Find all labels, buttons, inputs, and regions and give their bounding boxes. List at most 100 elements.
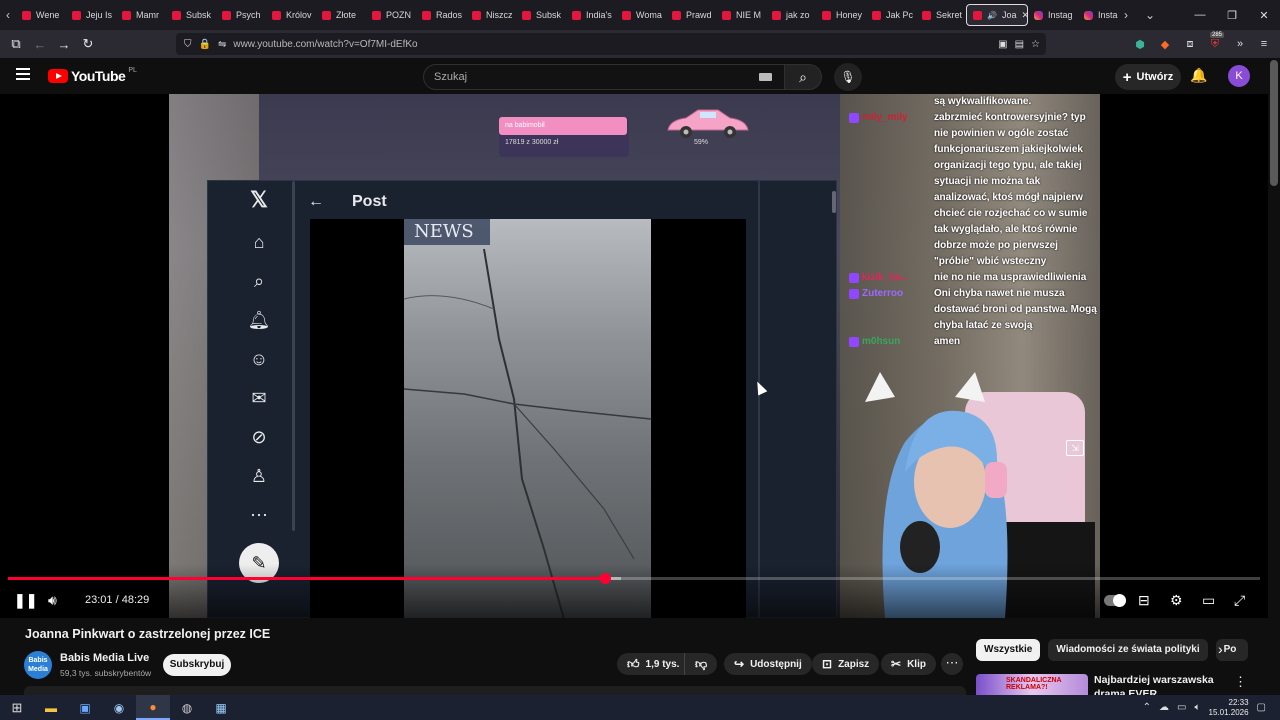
firefox-icon[interactable]: ● xyxy=(136,695,170,720)
miniplayer-icon[interactable]: ⇲ xyxy=(1066,440,1084,456)
notifications-bell-icon[interactable]: 🔔 xyxy=(1190,67,1207,84)
fox-extension-icon[interactable]: ◆ xyxy=(1156,35,1174,53)
tab[interactable]: Subsk xyxy=(166,4,216,26)
tab[interactable]: Psych xyxy=(216,4,266,26)
windows-start-icon[interactable]: ⊞ xyxy=(0,695,34,720)
channel-name[interactable]: Babis Media Live xyxy=(60,652,149,664)
keyboard-icon[interactable] xyxy=(759,73,772,81)
extension-badge: 285 xyxy=(1210,32,1225,38)
steam-icon[interactable]: ◉ xyxy=(102,695,136,720)
fullscreen-button[interactable]: ⤢ xyxy=(1234,590,1245,610)
url-text[interactable]: www.youtube.com/watch?v=Of7MI-dEfKo xyxy=(233,39,417,50)
tab[interactable]: Królov xyxy=(266,4,316,26)
tab[interactable]: Sekret xyxy=(916,4,966,26)
close-window-icon[interactable]: ✕ xyxy=(1248,9,1280,22)
tab-active[interactable]: 🔊 Joa ✕ xyxy=(966,4,1028,26)
file-explorer-icon[interactable]: ▬ xyxy=(34,695,68,720)
video-player[interactable]: na babimobil 17819 z 30000 zł 59% 𝕏 ⌂ ⌕ … xyxy=(0,94,1268,618)
video-frame[interactable]: na babimobil 17819 z 30000 zł 59% 𝕏 ⌂ ⌕ … xyxy=(169,94,1100,618)
subscribe-button[interactable]: Subskrybuj xyxy=(163,654,231,676)
recommendation-thumbnail[interactable]: SKANDALICZNA REKLAMA?! xyxy=(976,674,1088,695)
voice-search-button[interactable]: 🎙 xyxy=(834,63,862,91)
tab-instagram-2[interactable]: Insta xyxy=(1078,4,1118,26)
forward-icon[interactable]: → xyxy=(52,37,76,52)
volume-button[interactable]: 🔊︎ xyxy=(48,590,57,610)
dislike-button[interactable]: 👎︎ xyxy=(684,653,718,675)
tab[interactable]: Złote xyxy=(316,4,366,26)
clip-button[interactable]: ✂ Klip xyxy=(881,653,936,675)
url-bar[interactable]: ⛉ 🔒 ⇋ www.youtube.com/watch?v=Of7MI-dEfK… xyxy=(176,33,1046,55)
tab[interactable]: jak zo xyxy=(766,4,816,26)
autoplay-toggle[interactable] xyxy=(1104,590,1126,610)
save-button[interactable]: ⊡ Zapisz xyxy=(812,653,880,675)
search-input[interactable]: Szukaj xyxy=(423,64,787,90)
reload-icon[interactable]: ↻ xyxy=(76,36,100,52)
app-menu-icon[interactable]: ≡ xyxy=(1255,35,1273,53)
chat-message: organizacji tego typu, ale takiej xyxy=(849,158,1099,174)
shield-icon[interactable]: ⛉ xyxy=(184,39,192,50)
tab[interactable]: Wene xyxy=(16,4,66,26)
chip-politics[interactable]: Wiadomości ze świata polityki xyxy=(1048,639,1208,661)
tab[interactable]: Rados xyxy=(416,4,466,26)
tab-list-menu-icon[interactable]: ⌄ xyxy=(1142,8,1158,22)
tray-overflow-icon[interactable]: ⌃ xyxy=(1143,702,1151,713)
extensions-puzzle-icon[interactable]: ⧈ xyxy=(1181,35,1199,53)
remote-desktop-icon[interactable]: ▣ xyxy=(68,695,102,720)
back-icon[interactable]: ← xyxy=(28,37,52,52)
lock-icon[interactable]: 🔒 xyxy=(199,39,211,50)
search-button[interactable]: ⌕ xyxy=(784,64,822,90)
menu-icon[interactable] xyxy=(16,68,30,80)
tab[interactable]: Jak Pc xyxy=(866,4,916,26)
recommendation-menu-icon[interactable]: ⋮ xyxy=(1234,674,1247,690)
tab-scroll-right-icon[interactable]: › xyxy=(1118,8,1134,22)
tab-label: Sekret xyxy=(936,10,963,20)
overflow-chevron-icon[interactable]: » xyxy=(1231,35,1249,53)
youtube-logo[interactable]: YouTube PL xyxy=(48,67,137,84)
subtitles-button[interactable]: ⊟ xyxy=(1138,590,1150,610)
tab[interactable]: Prawd xyxy=(666,4,716,26)
tab-instagram-1[interactable]: Instag xyxy=(1028,4,1078,26)
permissions-icon[interactable]: ⇋ xyxy=(218,39,226,50)
scrollbar-thumb[interactable] xyxy=(1270,60,1278,186)
vpn-extension-icon[interactable]: ⬢ xyxy=(1131,35,1149,53)
account-avatar[interactable]: K xyxy=(1228,65,1250,87)
tab[interactable]: Subsk xyxy=(516,4,566,26)
home-icon: ⌂ xyxy=(253,232,265,252)
tab[interactable]: Jeju Is xyxy=(66,4,116,26)
recommendation-title[interactable]: Najbardziej warszawska drama EVER xyxy=(1094,673,1234,695)
progress-bar[interactable] xyxy=(8,573,1260,584)
like-button[interactable]: 👍︎ 1,9 tys. xyxy=(617,653,688,675)
tab[interactable]: POZN xyxy=(366,4,416,26)
network-icon[interactable]: ▭ xyxy=(1177,702,1186,713)
restore-icon[interactable]: ❐ xyxy=(1216,9,1248,22)
chevron-right-icon[interactable]: › xyxy=(1218,641,1223,657)
calculator-icon[interactable]: ▦ xyxy=(204,695,238,720)
bookmark-star-icon[interactable]: ☆ xyxy=(1031,39,1040,50)
tab[interactable]: NIE M xyxy=(716,4,766,26)
tab-scroll-left-icon[interactable]: ‹ xyxy=(0,8,16,22)
minimize-icon[interactable]: — xyxy=(1184,9,1216,21)
theater-mode-button[interactable]: ▭ xyxy=(1202,590,1215,610)
clock[interactable]: 22:33 15.01.2026 xyxy=(1209,698,1249,718)
tab[interactable]: Woma xyxy=(616,4,666,26)
notifications-icon[interactable]: ▢ xyxy=(1257,702,1266,713)
description-box[interactable] xyxy=(24,686,966,695)
page-scrollbar[interactable] xyxy=(1268,58,1280,695)
more-actions-button[interactable]: ⋯ xyxy=(941,653,963,675)
app-icon[interactable]: ◍ xyxy=(170,695,204,720)
tab[interactable]: Honey xyxy=(816,4,866,26)
tab[interactable]: India's xyxy=(566,4,616,26)
chip-all[interactable]: Wszystkie xyxy=(976,639,1041,661)
share-button[interactable]: ↪ Udostępnij xyxy=(724,653,812,675)
sidebar-toggle-icon[interactable]: ⧉ xyxy=(4,36,28,52)
picture-in-picture-icon[interactable]: ▣ xyxy=(998,39,1007,50)
cloud-icon[interactable]: ☁ xyxy=(1159,702,1169,713)
settings-button[interactable]: ⚙ xyxy=(1170,590,1183,610)
channel-avatar[interactable]: Babis Media xyxy=(24,651,52,679)
pause-button[interactable]: ❚❚ xyxy=(14,590,37,610)
tab[interactable]: Mamr xyxy=(116,4,166,26)
speaker-tray-icon[interactable]: 🔈︎ xyxy=(1195,702,1201,713)
create-button[interactable]: + Utwórz xyxy=(1115,64,1181,90)
tab[interactable]: Niszcz xyxy=(466,4,516,26)
reader-view-icon[interactable]: ▤ xyxy=(1015,39,1024,50)
